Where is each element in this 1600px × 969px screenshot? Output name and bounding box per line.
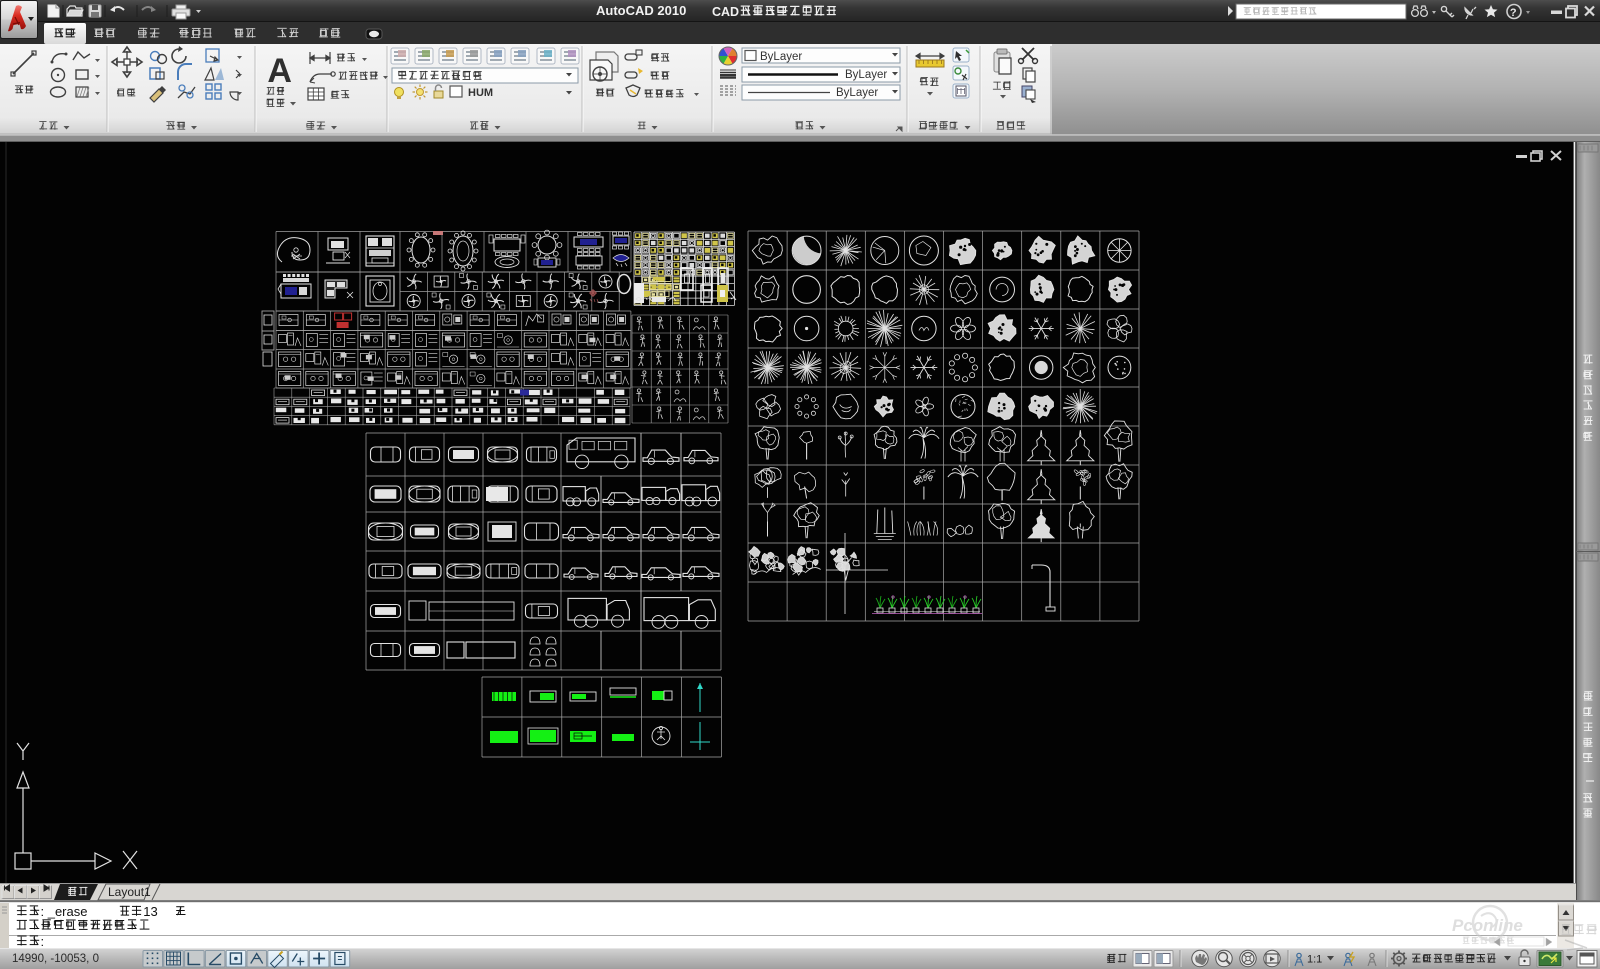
svg-text:14990, -10053, 0: 14990, -10053, 0 <box>12 953 99 965</box>
svg-text:ByLayer: ByLayer <box>836 87 878 99</box>
svg-text:CAD: CAD <box>712 5 739 19</box>
svg-text:HUM: HUM <box>468 87 493 99</box>
svg-text:ByLayer: ByLayer <box>760 51 802 63</box>
svg-text:ByLayer: ByLayer <box>845 69 887 81</box>
svg-text:1:1: 1:1 <box>1307 954 1322 966</box>
svg-text:Pconline: Pconline <box>1452 916 1523 935</box>
svg-text::: : <box>41 934 45 949</box>
svg-text:Layout1: Layout1 <box>108 885 151 899</box>
svg-text:13: 13 <box>143 904 157 919</box>
svg-text:: _erase: : _erase <box>41 904 88 919</box>
svg-text:AutoCAD 2010: AutoCAD 2010 <box>596 3 686 18</box>
svg-text:A: A <box>267 52 292 90</box>
svg-text:?: ? <box>1510 7 1517 19</box>
